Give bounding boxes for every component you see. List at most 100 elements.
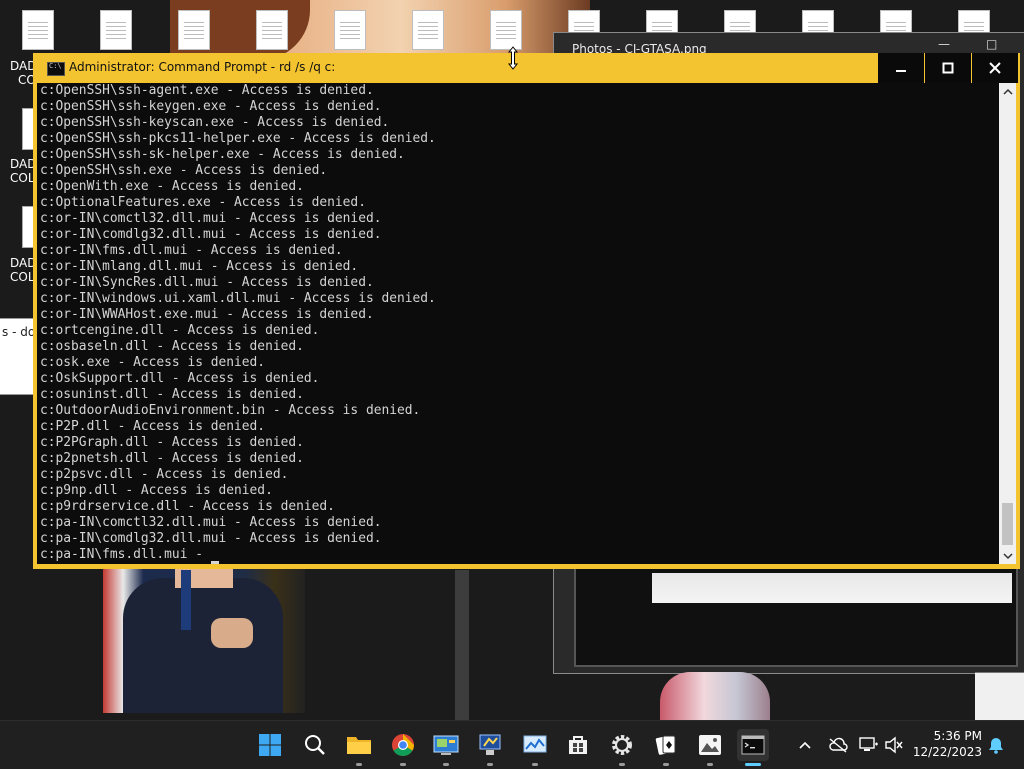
desktop-icon-label[interactable]: COL <box>10 270 35 284</box>
windows-logo-icon <box>259 734 281 756</box>
desktop-icon-label[interactable]: COL <box>10 171 35 185</box>
console-line: c:or-IN\windows.ui.xaml.dll.mui - Access… <box>40 291 436 306</box>
console-line: c:OpenWith.exe - Access is denied. <box>40 179 304 194</box>
chrome[interactable] <box>387 729 419 766</box>
console-line: c:OskSupport.dll - Access is denied. <box>40 371 320 386</box>
console-line: c:or-IN\SyncRes.dll.mui - Access is deni… <box>40 275 374 290</box>
control-panel-icon <box>433 735 459 755</box>
minimize-icon <box>896 70 906 72</box>
solitaire[interactable] <box>650 729 682 766</box>
background-window-edge <box>455 570 469 720</box>
file-explorer[interactable] <box>343 729 375 766</box>
maximize-icon[interactable]: □ <box>986 37 997 51</box>
network-icon <box>859 737 878 751</box>
text-cursor <box>210 561 219 564</box>
onedrive-button[interactable] <box>828 735 848 755</box>
close-button[interactable] <box>972 53 1018 83</box>
command-prompt-window[interactable]: Administrator: Command Prompt - rd /s /q… <box>33 53 1020 569</box>
console-line: c:OutdoorAudioEnvironment.bin - Access i… <box>40 403 421 418</box>
search-button[interactable] <box>299 729 331 761</box>
desktop-file-icon[interactable] <box>334 10 368 50</box>
desktop-file-icon[interactable] <box>178 10 212 50</box>
desktop-file-icon[interactable] <box>22 10 56 50</box>
notifications-button[interactable] <box>986 735 1006 755</box>
start-button[interactable] <box>254 729 286 761</box>
volume-muted-icon <box>885 736 903 754</box>
console-line: c:p2psvc.dll - Access is denied. <box>40 467 289 482</box>
console-line: c:OpenSSH\ssh-agent.exe - Access is deni… <box>40 83 374 98</box>
wallpaper-top <box>170 0 590 60</box>
desktop-file-icon[interactable] <box>100 10 134 50</box>
network-button[interactable] <box>859 735 879 755</box>
console-line: c:OpenSSH\ssh.exe - Access is denied. <box>40 163 328 178</box>
clock-time: 5:36 PM <box>933 729 982 743</box>
minimize-button[interactable] <box>878 53 924 83</box>
desktop-file-icon[interactable] <box>490 10 524 50</box>
console-line: c:OpenSSH\ssh-keygen.exe - Access is den… <box>40 99 382 114</box>
console-output[interactable]: c:OpenSSH\ssh-agent.exe - Access is deni… <box>37 83 999 564</box>
resource-monitor[interactable] <box>519 729 551 766</box>
console-line: c:osk.exe - Access is denied. <box>40 355 266 370</box>
minimize-icon[interactable]: — <box>938 37 950 51</box>
background-browser-window[interactable]: s - dov <box>0 318 42 395</box>
console-line: c:P2P.dll - Access is denied. <box>40 419 266 434</box>
console-line: c:OptionalFeatures.exe - Access is denie… <box>40 195 366 210</box>
terminal-icon <box>741 735 765 755</box>
clock-date: 12/22/2023 <box>912 745 982 759</box>
console-line: c:or-IN\WWAHost.exe.mui - Access is deni… <box>40 307 374 322</box>
chevron-up-icon <box>1002 88 1013 95</box>
command-prompt[interactable] <box>737 729 769 766</box>
resize-cursor-icon <box>507 46 519 70</box>
system-app[interactable] <box>474 729 506 766</box>
taskbar: 5:36 PM 12/22/2023 <box>0 720 1024 769</box>
scroll-thumb[interactable] <box>1002 503 1013 545</box>
console-lines: c:OpenSSH\ssh-agent.exe - Access is deni… <box>40 83 436 564</box>
scroll-up-button[interactable] <box>999 83 1016 100</box>
computer-icon <box>479 734 501 755</box>
bell-icon <box>989 738 1003 754</box>
console-line: c:p2pnetsh.dll - Access is denied. <box>40 451 304 466</box>
console-line: c:OpenSSH\ssh-pkcs11-helper.exe - Access… <box>40 131 436 146</box>
maximize-button[interactable] <box>925 53 971 83</box>
photos[interactable] <box>694 729 726 766</box>
cmd-icon[interactable] <box>47 62 65 76</box>
desktop-file-icon[interactable] <box>412 10 446 50</box>
console-line: c:p9rdrservice.dll - Access is denied. <box>40 499 335 514</box>
folder-icon <box>347 737 371 754</box>
control-panel[interactable] <box>430 729 462 766</box>
console-line: c:pa-IN\comdlg32.dll.mui - Access is den… <box>40 531 382 546</box>
photo-image <box>652 573 1012 603</box>
console-line: c:or-IN\mlang.dll.mui - Access is denied… <box>40 259 359 274</box>
console-line: c:osuninst.dll - Access is denied. <box>40 387 304 402</box>
volume-button[interactable] <box>884 735 904 755</box>
console-line: c:OpenSSH\ssh-sk-helper.exe - Access is … <box>40 147 405 162</box>
desktop-file-icon[interactable] <box>256 10 290 50</box>
wallpaper-figure <box>660 672 770 722</box>
taskbar-clock[interactable]: 5:36 PM 12/22/2023 <box>912 728 982 760</box>
console-line: c:OpenSSH\ssh-keyscan.exe - Access is de… <box>40 115 390 130</box>
settings[interactable] <box>606 729 638 766</box>
chrome-icon <box>392 734 414 756</box>
desktop-photo <box>103 568 305 713</box>
microsoft-store[interactable] <box>562 729 594 761</box>
show-hidden-icons-button[interactable] <box>795 735 815 755</box>
console-line: c:osbaseln.dll - Access is denied. <box>40 339 304 354</box>
cmd-titlebar[interactable]: Administrator: Command Prompt - rd /s /q… <box>33 53 1020 83</box>
cards-icon <box>655 735 676 755</box>
chevron-up-icon <box>799 741 811 749</box>
console-line: c:ortcengine.dll - Access is denied. <box>40 323 320 338</box>
chevron-down-icon <box>1002 552 1013 559</box>
console-line: c:P2PGraph.dll - Access is denied. <box>40 435 304 450</box>
vertical-scrollbar[interactable] <box>999 83 1016 564</box>
console-current-line: c:pa-IN\fms.dll.mui - <box>40 547 436 564</box>
search-icon <box>305 735 325 755</box>
cmd-window-title: Administrator: Command Prompt - rd /s /q… <box>69 60 336 74</box>
console-line: c:pa-IN\comctl32.dll.mui - Access is den… <box>40 515 382 530</box>
close-icon <box>989 62 1001 74</box>
console-line: c:or-IN\comdlg32.dll.mui - Access is den… <box>40 227 382 242</box>
gear-icon <box>612 735 632 755</box>
scroll-down-button[interactable] <box>999 547 1016 564</box>
console-line: c:or-IN\fms.dll.mui - Access is denied. <box>40 243 343 258</box>
maximize-icon <box>942 62 954 74</box>
console-line: c:p9np.dll - Access is denied. <box>40 483 273 498</box>
